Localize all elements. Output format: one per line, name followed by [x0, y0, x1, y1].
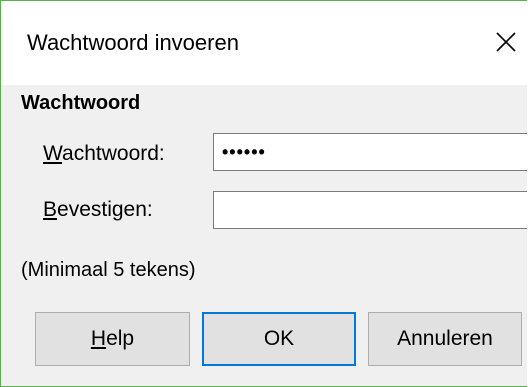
password-label: Wachtwoord: [43, 140, 165, 168]
confirm-label-rest: evestigen: [57, 198, 153, 221]
section-heading: Wachtwoord [21, 92, 141, 114]
confirm-label-mnemonic: B [43, 198, 58, 221]
confirm-field[interactable] [213, 191, 527, 229]
cancel-button[interactable]: Annuleren [368, 312, 522, 366]
help-button[interactable]: Help [35, 312, 190, 366]
help-button-mnemonic: H [90, 327, 107, 350]
min-length-hint: (Minimaal 5 tekens) [21, 259, 196, 281]
password-field[interactable]: •••••• [213, 133, 527, 171]
password-dialog: Wachtwoord invoeren Wachtwoord Wachtwoor… [0, 0, 527, 387]
close-icon[interactable] [491, 27, 521, 57]
password-field-value: •••••• [222, 142, 266, 162]
confirm-label: Bevestigen: [43, 196, 153, 224]
ok-button[interactable]: OK [202, 312, 356, 366]
dialog-title: Wachtwoord invoeren [27, 30, 239, 55]
title-bar: Wachtwoord invoeren [1, 1, 527, 85]
password-label-rest: achtwoord: [62, 142, 165, 165]
password-label-mnemonic: W [43, 142, 63, 165]
help-button-rest: elp [106, 327, 135, 350]
